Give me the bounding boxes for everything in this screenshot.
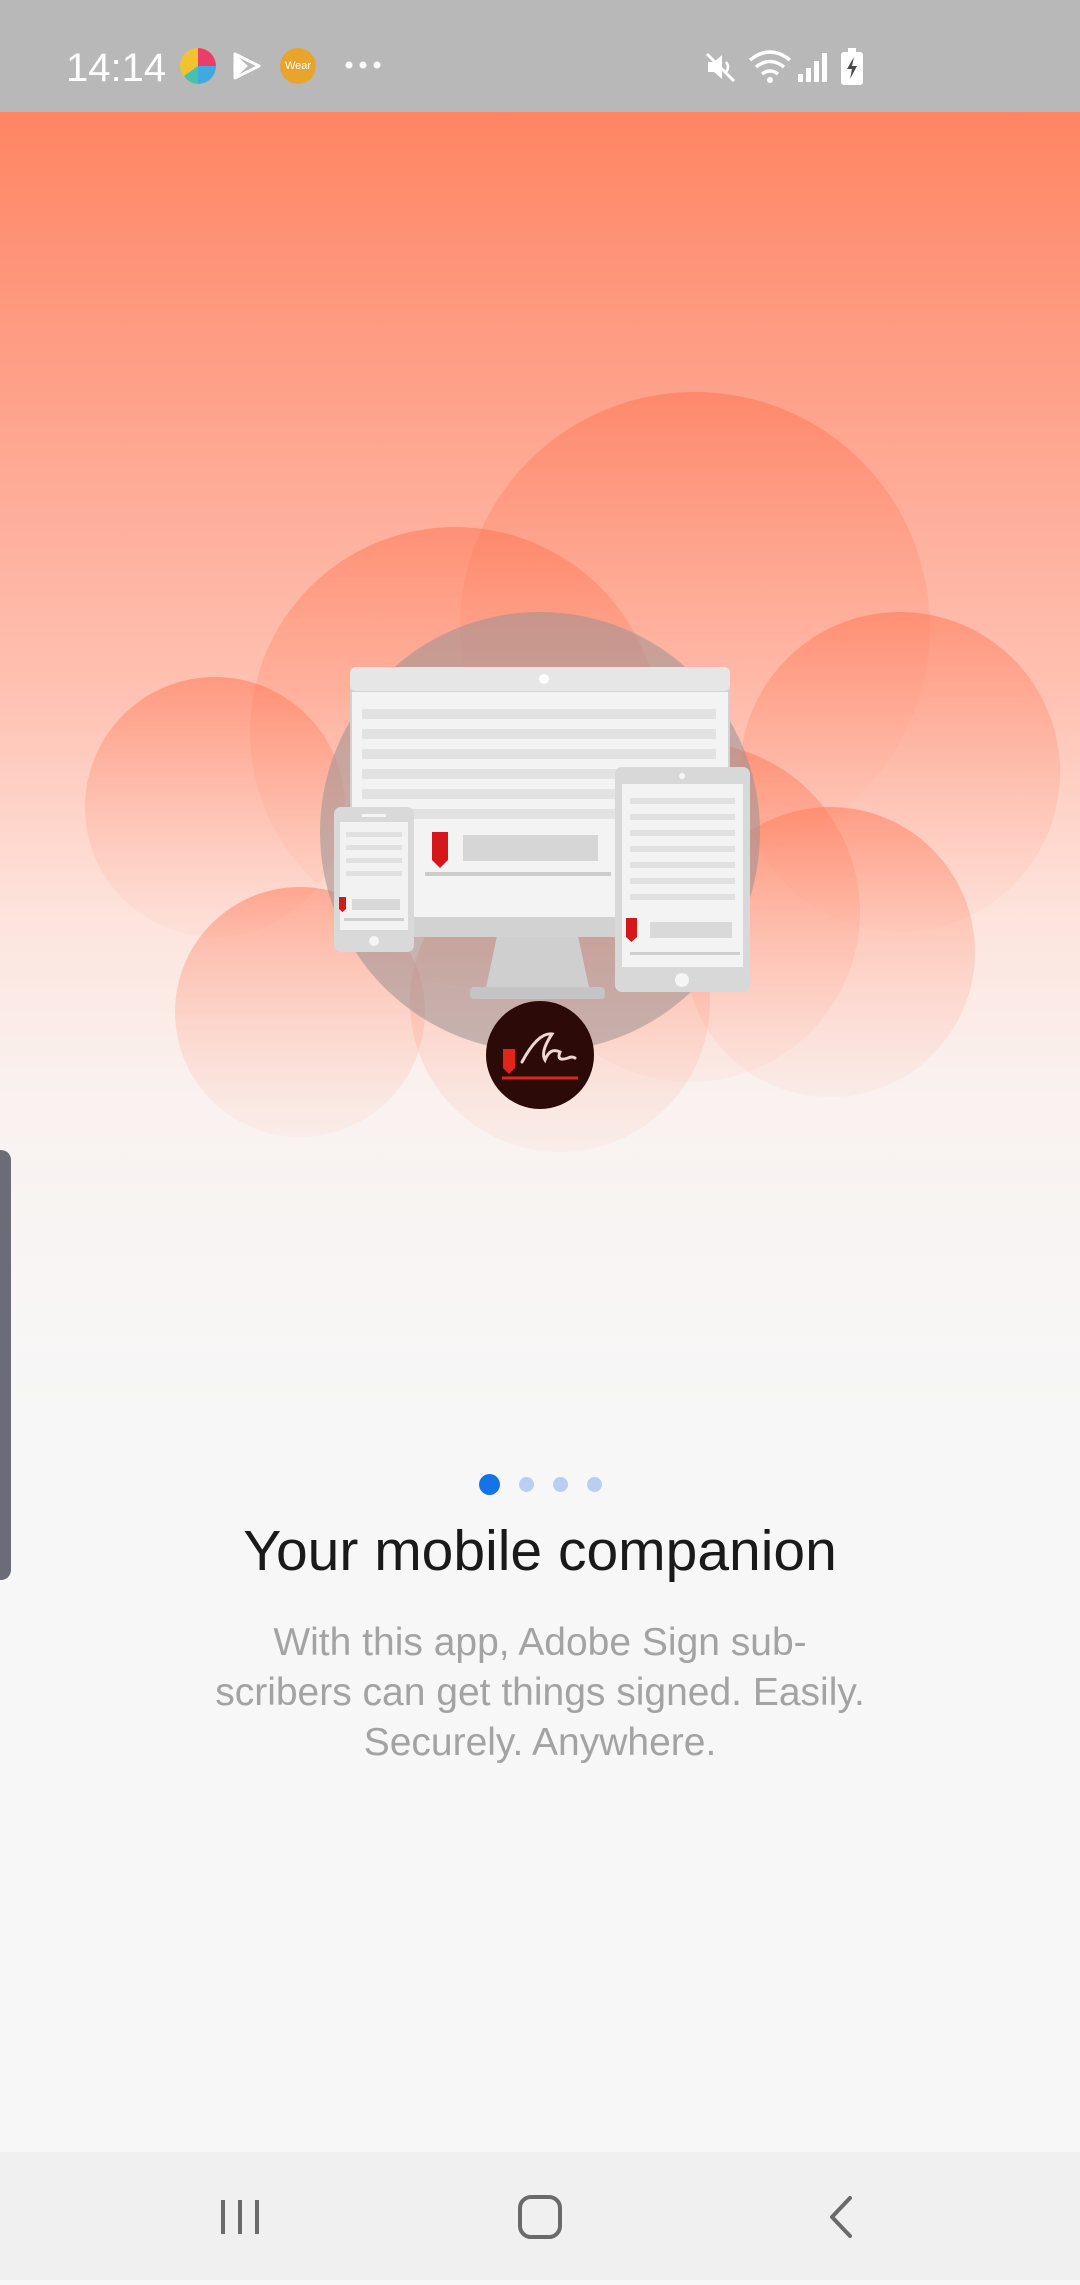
mute-icon bbox=[705, 52, 736, 83]
page-indicator bbox=[0, 1474, 1080, 1496]
tablet-device bbox=[615, 767, 750, 992]
status-bar: 14:14 Wear bbox=[0, 0, 1080, 112]
system-nav-bar bbox=[0, 2152, 1080, 2280]
home-icon bbox=[518, 2195, 562, 2239]
phone-device bbox=[334, 807, 414, 952]
more-dots-icon bbox=[345, 61, 381, 69]
recent-apps-icon bbox=[221, 2200, 259, 2234]
home-button[interactable] bbox=[440, 2152, 640, 2280]
play-store-icon bbox=[233, 52, 261, 80]
adobe-sign-logo-icon bbox=[486, 1001, 594, 1109]
recent-apps-button[interactable] bbox=[140, 2152, 340, 2280]
page-dot-3[interactable] bbox=[552, 1477, 568, 1492]
battery-charging-icon bbox=[841, 48, 863, 85]
onboarding-title: Your mobile companion bbox=[243, 1519, 837, 1583]
wear-app-icon: Wear bbox=[280, 48, 316, 84]
wear-app-label: Wear bbox=[284, 60, 312, 72]
page-dot-4[interactable] bbox=[586, 1477, 602, 1492]
page-dot-1[interactable] bbox=[478, 1474, 500, 1495]
signal-icon bbox=[798, 53, 827, 82]
back-button[interactable] bbox=[742, 2152, 942, 2280]
back-icon bbox=[830, 2196, 852, 2238]
hero-background bbox=[0, 112, 1080, 1412]
page-dot-2[interactable] bbox=[518, 1477, 534, 1492]
onboarding-subtitle: With this app, Adobe Sign sub-scribers c… bbox=[215, 1621, 865, 1764]
wifi-icon bbox=[748, 50, 792, 83]
color-circle-app-icon bbox=[180, 48, 216, 84]
devices-in-cloud-illustration bbox=[85, 392, 1060, 1152]
status-time: 14:14 bbox=[66, 46, 167, 90]
